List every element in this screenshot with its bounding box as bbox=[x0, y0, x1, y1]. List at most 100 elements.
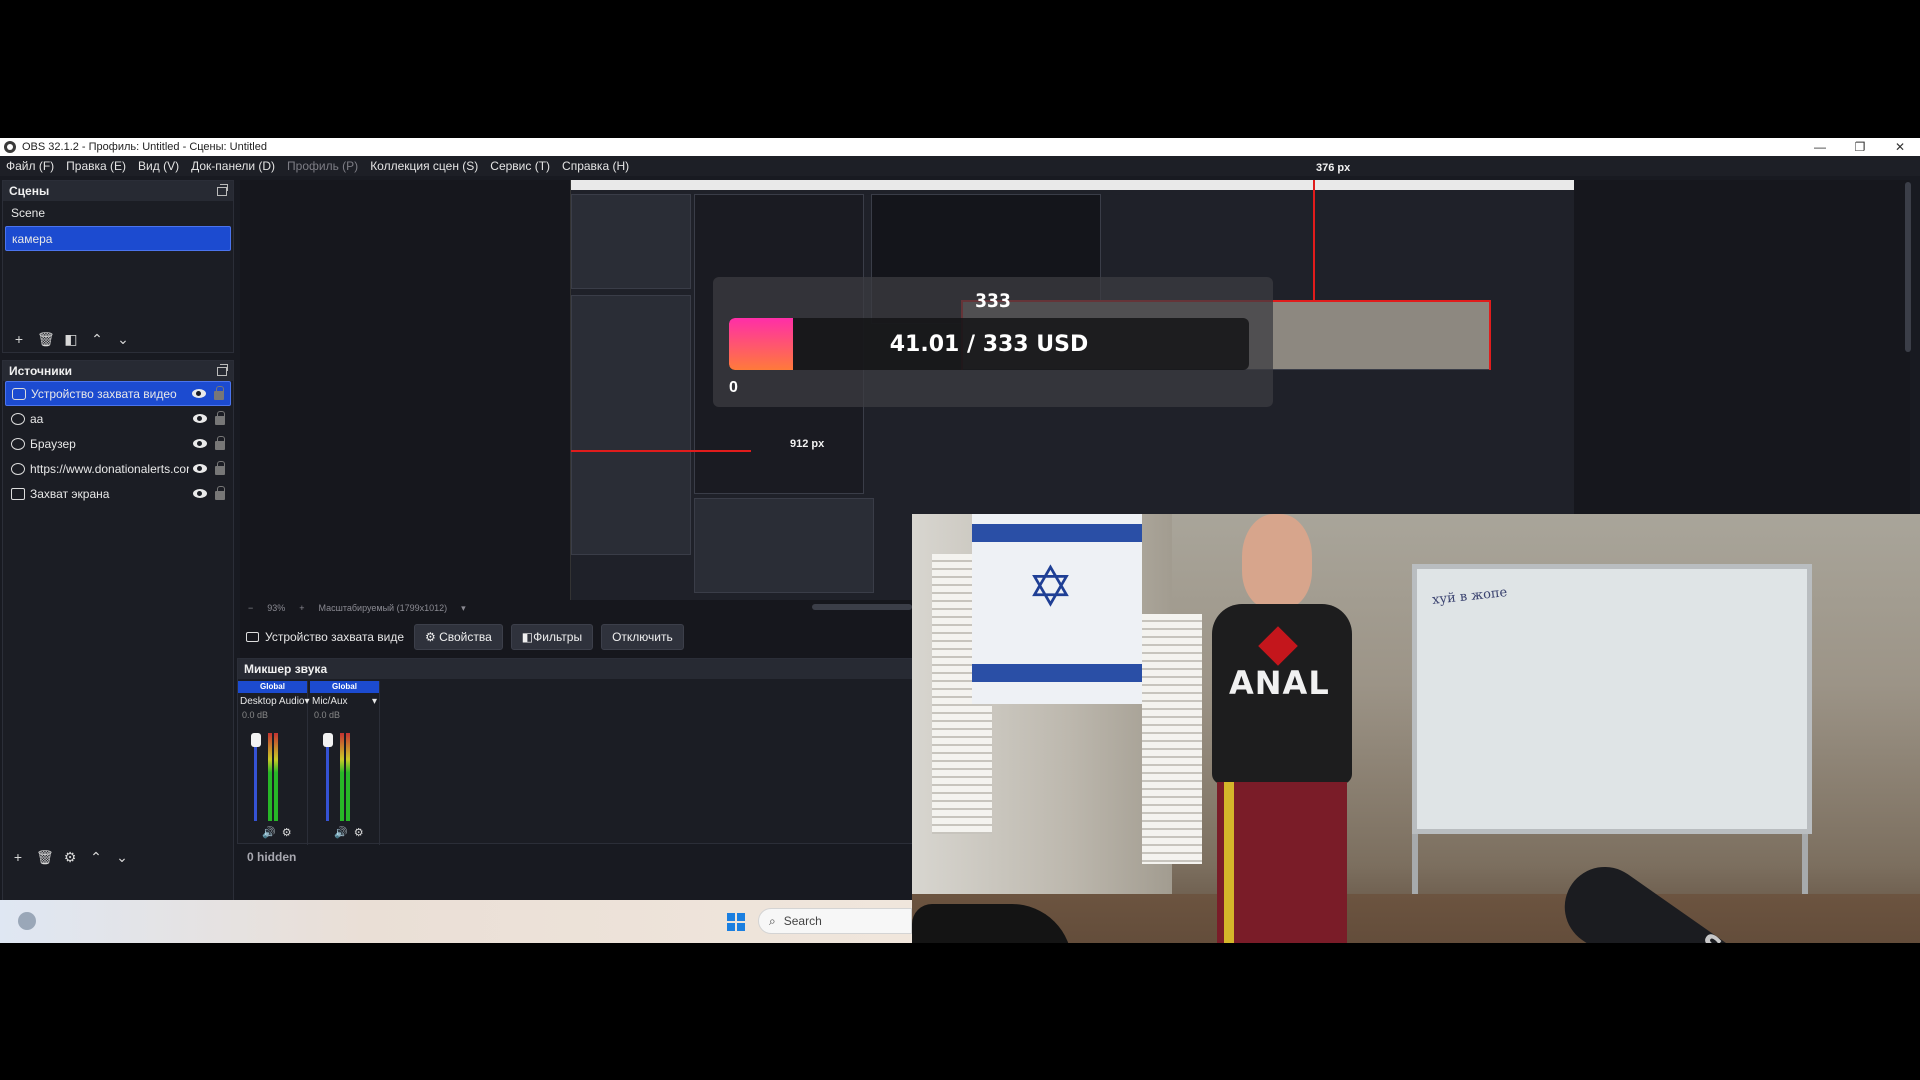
taskbar-search[interactable]: ⌕ Search bbox=[758, 908, 912, 934]
visibility-eye-icon[interactable] bbox=[192, 389, 206, 398]
menu-bar: Файл (F) Правка (E) Вид (V) Док-панели (D) П… bbox=[0, 156, 1920, 176]
goal-amount: 333 bbox=[975, 290, 1011, 312]
lock-icon[interactable] bbox=[215, 461, 225, 475]
scene-item[interactable]: камера bbox=[5, 226, 231, 251]
disconnect-button[interactable]: Отключить bbox=[601, 624, 684, 650]
weather-widget-icon[interactable] bbox=[18, 912, 36, 930]
scene-list: Scene камера bbox=[3, 201, 233, 251]
channel-name-row[interactable]: Mic/Aux ▾ bbox=[310, 693, 379, 710]
menu-item[interactable]: Справка (H) bbox=[556, 159, 635, 173]
visibility-eye-icon[interactable] bbox=[193, 464, 207, 473]
scene-filters-button[interactable]: ◧ bbox=[63, 331, 79, 348]
remove-scene-button[interactable]: 🗑 bbox=[37, 331, 55, 348]
chevron-down-icon[interactable]: ▾ bbox=[372, 696, 377, 707]
search-placeholder: Search bbox=[783, 914, 822, 928]
scenes-toolbar: + 🗑 ◧ ⌃ ⌄ bbox=[3, 326, 131, 352]
guide-line bbox=[571, 450, 751, 452]
nested-mixer-panel bbox=[694, 498, 874, 593]
title-bar: OBS 32.1.2 - Профиль: Untitled - Сцены: … bbox=[0, 138, 1920, 156]
move-down-button[interactable]: ⌄ bbox=[115, 331, 131, 348]
source-item[interactable]: Браузер bbox=[5, 431, 231, 456]
menu-item[interactable]: Коллекция сцен (S) bbox=[364, 159, 484, 173]
speaker-icon[interactable]: 🔊 bbox=[334, 826, 348, 839]
windows-taskbar: ⌕ Search bbox=[0, 900, 912, 943]
speaker-icon[interactable]: 🔊 bbox=[262, 826, 276, 839]
audio-mixer-dock: Микшер звука Global Desktop Audio ▾ 0.0 dB 🔊… bbox=[237, 658, 913, 845]
menu-item[interactable]: Правка (E) bbox=[60, 159, 132, 173]
guide-line bbox=[1313, 180, 1315, 300]
preview-zoom-bar: − 93% + Масштабируемый (1799x1012) ▾ bbox=[240, 600, 570, 616]
hidden-count: 0 hidden bbox=[247, 850, 297, 864]
flag: ✡ bbox=[972, 514, 1142, 704]
channel-name: Mic/Aux bbox=[312, 696, 348, 707]
channel-name: Desktop Audio bbox=[240, 696, 305, 707]
visibility-eye-icon[interactable] bbox=[193, 414, 207, 423]
channel-controls: 🔊 ⚙ bbox=[334, 826, 364, 839]
source-context-bar: Устройство захвата виде ⚙ Свойства ◧Филь… bbox=[240, 622, 912, 652]
undock-icon[interactable] bbox=[217, 183, 228, 196]
zoom-in-button[interactable]: + bbox=[299, 603, 304, 613]
source-item[interactable]: https://www.donationalerts.cor bbox=[5, 456, 231, 481]
menu-item[interactable]: Вид (V) bbox=[132, 159, 185, 173]
globe-icon bbox=[11, 437, 25, 450]
search-icon: ⌕ bbox=[769, 913, 776, 928]
source-settings-button[interactable]: ⚙ bbox=[62, 849, 78, 866]
visibility-eye-icon[interactable] bbox=[193, 439, 207, 448]
scene-item[interactable]: Scene bbox=[5, 201, 231, 226]
horizontal-scrollbar[interactable] bbox=[812, 604, 912, 610]
source-item[interactable]: Устройство захвата видео bbox=[5, 381, 231, 406]
channel-settings-icon[interactable]: ⚙ bbox=[354, 826, 364, 839]
distance-label: 912 px bbox=[790, 438, 825, 450]
properties-button[interactable]: ⚙ Свойства bbox=[414, 624, 503, 650]
nested-title-bar bbox=[571, 180, 1574, 190]
lock-icon[interactable] bbox=[215, 411, 225, 425]
camera-icon bbox=[246, 632, 259, 642]
source-item[interactable]: Захват экрана bbox=[5, 481, 231, 506]
lock-icon[interactable] bbox=[215, 436, 225, 450]
source-label: Браузер bbox=[30, 436, 76, 451]
mixer-title: Микшер звука bbox=[244, 662, 328, 676]
move-up-button[interactable]: ⌃ bbox=[88, 849, 104, 866]
vertical-scrollbar[interactable] bbox=[1905, 182, 1911, 352]
channel-controls: 🔊 ⚙ bbox=[262, 826, 292, 839]
scale-label: Масштабируемый (1799x1012) bbox=[318, 603, 448, 613]
lock-icon[interactable] bbox=[215, 486, 225, 500]
channel-settings-icon[interactable]: ⚙ bbox=[282, 826, 292, 839]
move-down-button[interactable]: ⌄ bbox=[114, 849, 130, 866]
zoom-out-button[interactable]: − bbox=[248, 603, 253, 613]
mixer-channel: Global Desktop Audio ▾ 0.0 dB 🔊 ⚙ bbox=[238, 681, 310, 845]
maximize-button[interactable]: ❐ bbox=[1840, 138, 1880, 156]
menu-item[interactable]: Сервис (T) bbox=[484, 159, 556, 173]
menu-item[interactable]: Профиль (P) bbox=[281, 159, 364, 173]
volume-meter bbox=[274, 733, 278, 821]
source-item[interactable]: аа bbox=[5, 406, 231, 431]
scenes-header: Сцены bbox=[3, 181, 233, 201]
volume-slider-knob[interactable] bbox=[251, 733, 261, 747]
distance-label: 376 px bbox=[1316, 162, 1351, 174]
whiteboard bbox=[1412, 564, 1812, 834]
add-source-button[interactable]: + bbox=[10, 849, 26, 865]
volume-slider-knob[interactable] bbox=[323, 733, 333, 747]
channel-tag: Global bbox=[238, 681, 307, 693]
window-blinds bbox=[1142, 614, 1202, 864]
menu-item[interactable]: Док-панели (D) bbox=[185, 159, 281, 173]
filters-button[interactable]: ◧Фильтры bbox=[510, 624, 594, 650]
add-scene-button[interactable]: + bbox=[11, 331, 27, 347]
flag-stripe bbox=[972, 524, 1142, 542]
chevron-down-icon[interactable]: ▾ bbox=[305, 696, 310, 707]
guide-line bbox=[1489, 300, 1491, 370]
window-title: OBS 32.1.2 - Профиль: Untitled - Сцены: … bbox=[22, 141, 267, 153]
move-up-button[interactable]: ⌃ bbox=[89, 331, 105, 348]
lock-icon[interactable] bbox=[214, 386, 224, 400]
channel-name-row[interactable]: Desktop Audio ▾ bbox=[238, 693, 310, 710]
close-button[interactable]: ✕ bbox=[1880, 138, 1920, 156]
scale-dropdown-icon[interactable]: ▾ bbox=[461, 603, 466, 614]
visibility-eye-icon[interactable] bbox=[193, 489, 207, 498]
windows-start-icon[interactable] bbox=[727, 913, 745, 931]
undock-icon[interactable] bbox=[217, 363, 228, 376]
minimize-button[interactable]: — bbox=[1800, 138, 1840, 156]
menu-item[interactable]: Файл (F) bbox=[0, 159, 60, 173]
remove-source-button[interactable]: 🗑 bbox=[36, 849, 54, 866]
sources-toolbar: + 🗑 ⚙ ⌃ ⌄ bbox=[2, 844, 234, 870]
context-source: Устройство захвата виде bbox=[240, 630, 406, 644]
